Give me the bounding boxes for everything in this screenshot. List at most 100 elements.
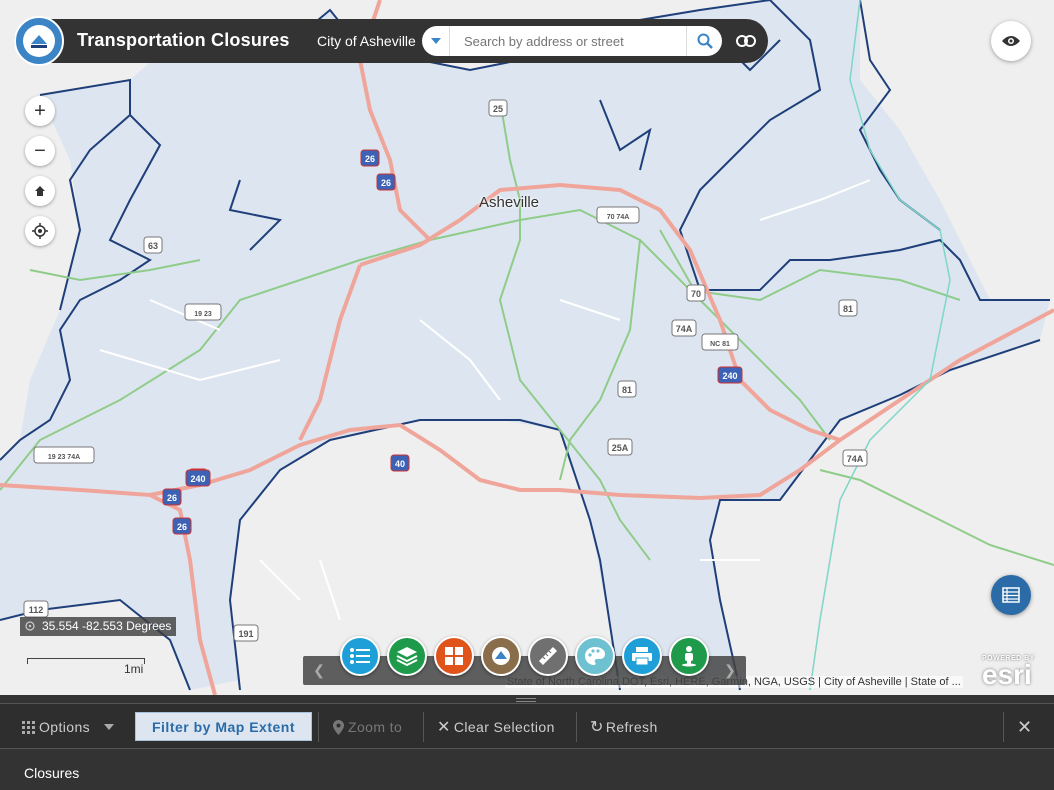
options-dropdown[interactable]: Options <box>22 713 115 741</box>
grid-icon <box>445 647 463 665</box>
layers-button[interactable] <box>387 636 427 676</box>
locate-button[interactable] <box>25 216 55 246</box>
chevron-left-icon: ❮ <box>313 662 325 678</box>
basemap-button[interactable] <box>434 636 474 676</box>
print-button[interactable] <box>622 636 662 676</box>
grid-icon <box>22 720 35 734</box>
route-shield-label: 40 <box>395 459 405 469</box>
esri-logo: POWERED BY esri <box>982 655 1044 689</box>
map-pin-icon <box>333 719 344 735</box>
about-button[interactable] <box>481 636 521 676</box>
layers-icon <box>396 647 418 666</box>
refresh-button[interactable]: ↻ Refresh <box>590 713 658 741</box>
home-button[interactable] <box>25 176 55 206</box>
draw-button[interactable] <box>575 636 615 676</box>
route-shield-label: 19 23 <box>194 311 212 318</box>
share-link-button[interactable] <box>732 27 760 55</box>
attribute-table-toggle[interactable] <box>991 575 1031 615</box>
route-shield-label: 25A <box>612 443 629 453</box>
map-view[interactable]: 262626262640240240256319 2319 23 74A70 7… <box>0 0 1054 695</box>
route-shield: 74A <box>842 449 868 467</box>
zoom-to-button[interactable]: Zoom to <box>333 713 402 741</box>
app-title: Transportation Closures <box>77 30 290 50</box>
interstate-shield: 240 <box>185 469 211 487</box>
clear-selection-label: Clear Selection <box>453 719 555 735</box>
route-shield: 81 <box>617 380 637 398</box>
search-source-dropdown[interactable] <box>422 26 450 56</box>
esri-wordmark: esri <box>982 659 1032 690</box>
measure-button[interactable] <box>528 636 568 676</box>
visibility-toggle-button[interactable] <box>991 21 1031 61</box>
city-logo <box>14 16 64 66</box>
options-label: Options <box>39 719 91 735</box>
route-shield: NC 81 <box>701 333 739 351</box>
route-shield: 25 <box>488 99 508 117</box>
chevron-down-icon <box>104 724 115 730</box>
route-shield: 19 23 <box>184 303 222 321</box>
route-shield-label: 70 74A <box>607 214 630 221</box>
route-shield-label: 26 <box>365 154 375 164</box>
chevron-right-icon: ❯ <box>724 662 736 678</box>
route-shield: 81 <box>838 299 858 317</box>
route-shield-label: 112 <box>29 605 44 615</box>
plus-icon: + <box>34 99 46 122</box>
city-label: Asheville <box>479 194 540 211</box>
zoom-in-button[interactable]: + <box>25 96 55 126</box>
city-seal-icon <box>31 35 47 48</box>
home-icon <box>35 186 45 196</box>
app-header: Transportation Closures City of Ashevill… <box>14 16 768 66</box>
route-shield: 63 <box>143 236 163 254</box>
attribute-table-toolbar: Options Filter by Map Extent Zoom to ✕ C… <box>0 703 1054 749</box>
toolbar-divider <box>423 712 424 742</box>
coordinate-readout: 35.554 -82.553 Degrees <box>20 617 177 636</box>
close-icon: ✕ <box>437 719 451 736</box>
filter-by-extent-button[interactable]: Filter by Map Extent <box>135 712 312 741</box>
search-input[interactable] <box>450 27 686 55</box>
crosshair-icon[interactable] <box>24 620 36 632</box>
pegman-icon <box>682 646 696 667</box>
route-shield-label: 81 <box>622 385 632 395</box>
tab-closures[interactable]: Closures <box>24 765 79 781</box>
route-shield-label: 26 <box>177 522 187 532</box>
route-shield-label: 74A <box>676 324 693 334</box>
route-shield: 19 23 74A <box>33 446 95 464</box>
eye-icon <box>1002 36 1020 46</box>
route-shield-label: 191 <box>238 629 253 639</box>
interstate-shield: 26 <box>162 488 182 506</box>
search-button[interactable] <box>686 26 722 56</box>
refresh-icon: ↻ <box>590 719 604 736</box>
route-shield-label: 26 <box>167 493 177 503</box>
locate-icon <box>32 223 48 239</box>
route-shield-label: 240 <box>190 474 205 484</box>
route-shield-label: 240 <box>722 371 737 381</box>
city-limits-area <box>0 0 1050 690</box>
search-scope-label: City of Asheville <box>317 33 416 49</box>
legend-button[interactable] <box>340 636 380 676</box>
attribute-table-panel: Options Filter by Map Extent Zoom to ✕ C… <box>0 695 1054 790</box>
scale-bar: 1mi <box>27 655 152 676</box>
route-shield-label: 74A <box>847 454 864 464</box>
route-shield-label: NC 81 <box>710 341 730 348</box>
interstate-shield: 40 <box>390 454 410 472</box>
clear-selection-button[interactable]: ✕ Clear Selection <box>437 713 555 741</box>
toolbar-prev-button[interactable]: ❮ <box>305 656 333 685</box>
panel-resize-handle[interactable] <box>516 698 536 702</box>
ruler-icon <box>539 647 557 665</box>
route-shield: 74A <box>671 319 697 337</box>
chevron-down-icon <box>430 38 441 44</box>
basemap: 262626262640240240256319 2319 23 74A70 7… <box>0 0 1054 695</box>
route-shield: 70 <box>686 284 706 302</box>
interstate-shield: 240 <box>717 366 743 384</box>
close-panel-button[interactable]: ✕ <box>1017 713 1032 741</box>
toolbar-divider <box>318 712 319 742</box>
route-shield: 112 <box>23 600 49 618</box>
street-view-button[interactable] <box>669 636 709 676</box>
search-icon <box>697 33 713 49</box>
close-icon: ✕ <box>1017 716 1033 737</box>
link-icon <box>736 35 756 47</box>
zoom-out-button[interactable]: − <box>25 136 55 166</box>
list-icon <box>350 648 370 664</box>
route-shield-label: 70 <box>691 289 701 299</box>
toolbar-next-button[interactable]: ❯ <box>716 656 744 685</box>
scale-label: 1mi <box>124 662 144 676</box>
